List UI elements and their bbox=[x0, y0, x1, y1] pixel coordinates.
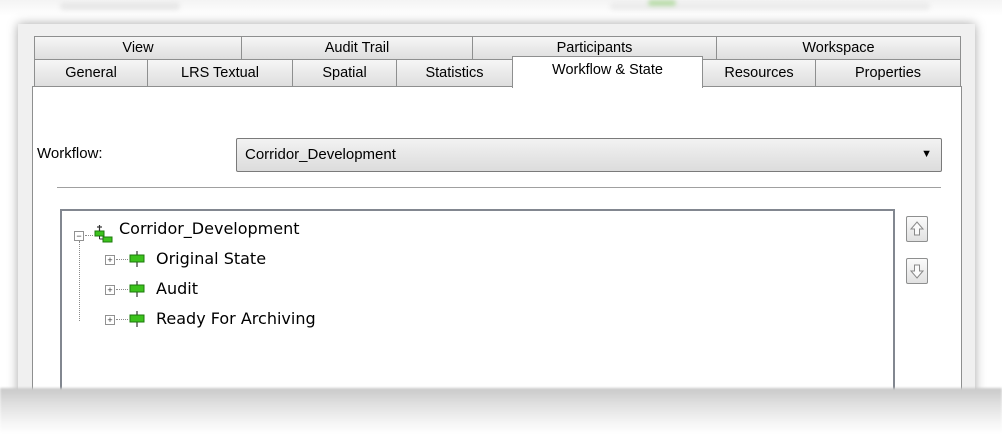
tree-line bbox=[116, 289, 128, 290]
workflow-select-value: Corridor_Development bbox=[245, 146, 396, 163]
tree-root-label[interactable]: Corridor_Development bbox=[119, 219, 300, 238]
state-icon bbox=[129, 311, 145, 327]
tab-workspace[interactable]: Workspace bbox=[716, 36, 961, 59]
tab-general[interactable]: General bbox=[34, 59, 148, 86]
arrow-up-icon bbox=[910, 221, 924, 236]
tab-spatial[interactable]: Spatial bbox=[292, 59, 397, 86]
tree-line bbox=[85, 235, 93, 236]
tree-line bbox=[79, 241, 80, 321]
arrow-down-icon bbox=[910, 264, 924, 279]
state-icon bbox=[129, 251, 145, 267]
tab-properties[interactable]: Properties bbox=[815, 59, 961, 86]
tree-item-original-state[interactable]: Original State bbox=[156, 249, 266, 268]
tab-workflow-state[interactable]: Workflow & State bbox=[512, 56, 703, 88]
chevron-down-icon[interactable]: ▼ bbox=[921, 148, 932, 160]
expand-icon[interactable]: + bbox=[105, 285, 115, 295]
tab-resources[interactable]: Resources bbox=[702, 59, 816, 86]
move-up-button[interactable] bbox=[906, 216, 928, 242]
tab-lrs-textual[interactable]: LRS Textual bbox=[147, 59, 293, 86]
blurred-content bbox=[60, 2, 180, 10]
blurred-edge bbox=[0, 388, 1002, 434]
expand-icon[interactable]: + bbox=[105, 315, 115, 325]
workflow-tree[interactable]: − Corridor_Development + Original State … bbox=[60, 209, 895, 409]
tree-line bbox=[116, 259, 128, 260]
tree-item-audit[interactable]: Audit bbox=[156, 279, 198, 298]
tab-view[interactable]: View bbox=[34, 36, 242, 59]
blurred-content bbox=[648, 0, 676, 6]
tree-item-ready-for-archiving[interactable]: Ready For Archiving bbox=[156, 309, 316, 328]
workflow-select[interactable]: Corridor_Development ▼ bbox=[236, 138, 942, 172]
divider bbox=[57, 187, 941, 189]
state-icon bbox=[129, 281, 145, 297]
tab-statistics[interactable]: Statistics bbox=[396, 59, 513, 86]
move-down-button[interactable] bbox=[906, 258, 928, 284]
tree-line bbox=[116, 319, 128, 320]
background-strip bbox=[0, 0, 1002, 16]
collapse-icon[interactable]: − bbox=[74, 231, 84, 241]
tab-audit-trail[interactable]: Audit Trail bbox=[241, 36, 473, 59]
workflow-icon bbox=[94, 225, 113, 243]
expand-icon[interactable]: + bbox=[105, 255, 115, 265]
workflow-label: Workflow: bbox=[37, 145, 103, 162]
